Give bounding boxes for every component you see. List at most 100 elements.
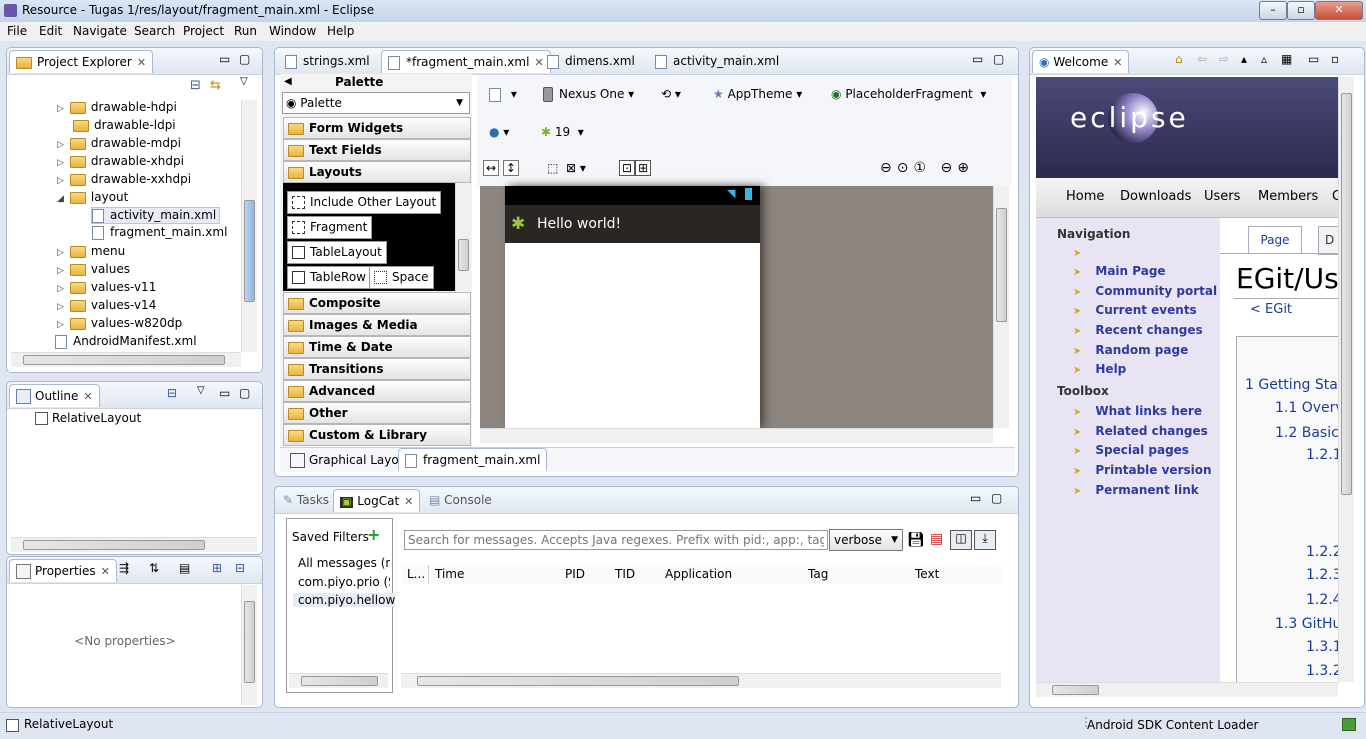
menu-edit[interactable]: Edit bbox=[39, 24, 62, 38]
toc-item[interactable]: 1.2 Basic bbox=[1275, 425, 1339, 441]
view-menu-icon[interactable]: ▽ bbox=[197, 385, 205, 396]
palette-scrollbar[interactable] bbox=[455, 183, 471, 291]
link-printable-version[interactable]: ➤ Printable version bbox=[1073, 463, 1212, 477]
link-community-portal[interactable]: ➤ Community portal bbox=[1073, 284, 1217, 298]
layout-canvas[interactable]: ◥ ✱ Hello world! bbox=[480, 186, 993, 428]
col-tag[interactable]: Tag bbox=[802, 565, 910, 584]
tree-item[interactable]: drawable-ldpi bbox=[73, 118, 176, 132]
filter-item[interactable]: com.piyo.prio (Se bbox=[298, 575, 390, 589]
filter-item[interactable]: All messages (no bbox=[298, 556, 390, 570]
palette-category-composite[interactable]: Composite bbox=[283, 292, 471, 314]
minimize-view-icon[interactable]: ▭ bbox=[1308, 52, 1319, 66]
log-level-select[interactable]: verbose ▼ bbox=[829, 529, 903, 551]
save-log-icon[interactable]: 💾︎ bbox=[907, 532, 925, 548]
col-level[interactable]: L... bbox=[401, 565, 429, 584]
menu-window[interactable]: Window bbox=[269, 24, 316, 38]
col-application[interactable]: Application bbox=[659, 565, 803, 584]
col-tid[interactable]: TID bbox=[609, 565, 660, 584]
palette-category-advanced[interactable]: Advanced bbox=[283, 380, 471, 402]
link-recent-changes[interactable]: ➤ Recent changes bbox=[1073, 323, 1203, 337]
horizontal-scrollbar[interactable] bbox=[11, 352, 241, 367]
tab-strings-xml[interactable]: strings.xml bbox=[279, 50, 376, 72]
emulate-buttons[interactable]: ⊡ ⊞ bbox=[619, 158, 652, 178]
maximize-view-icon[interactable]: ▢ bbox=[239, 52, 250, 66]
toc-item[interactable]: 1.3 GitHu bbox=[1275, 616, 1341, 632]
logcat-search-input[interactable] bbox=[404, 530, 828, 550]
toc-item[interactable]: 1.3.2 bbox=[1306, 663, 1342, 679]
toggle-view-icon[interactable]: ▦ bbox=[1281, 52, 1292, 66]
tree-item[interactable]: ▷ drawable-xhdpi bbox=[57, 154, 184, 168]
collapse-icon[interactable]: ⊟ bbox=[167, 386, 177, 400]
toc-item[interactable]: 1.2.1 bbox=[1306, 447, 1342, 463]
forward-icon[interactable]: ⇨ bbox=[1219, 52, 1229, 66]
maximize-button[interactable]: ▫ bbox=[1287, 1, 1315, 20]
tab-logcat[interactable]: ▣ LogCat ✕ bbox=[333, 489, 421, 512]
welcome-vertical-scrollbar[interactable] bbox=[1338, 77, 1354, 682]
tab-project-explorer[interactable]: Project Explorer ✕ bbox=[9, 50, 154, 73]
view-menu-icon[interactable]: ▽ bbox=[240, 76, 248, 87]
collapse-arrow-icon[interactable]: ◀ bbox=[284, 76, 292, 87]
menu-run[interactable]: Run bbox=[234, 24, 257, 38]
logcat-horizontal-scrollbar[interactable] bbox=[401, 673, 1001, 688]
tree-item[interactable]: ▷ drawable-mdpi bbox=[57, 136, 181, 150]
close-icon[interactable]: ✕ bbox=[404, 495, 413, 508]
categories-icon[interactable]: ⇶ bbox=[119, 561, 129, 575]
toc-item[interactable]: 1.3.1 bbox=[1306, 639, 1342, 655]
nav-home[interactable]: Home bbox=[1066, 189, 1104, 204]
font-up-icon[interactable]: ▴ bbox=[1241, 52, 1247, 66]
menu-file[interactable]: File bbox=[7, 24, 27, 38]
link-permanent-link[interactable]: ➤ Permanent link bbox=[1073, 483, 1199, 497]
link-related-changes[interactable]: ➤ Related changes bbox=[1073, 424, 1208, 438]
tree-item[interactable]: ▷ values-v14 bbox=[57, 298, 156, 312]
zoom-buttons[interactable]: ⊖⊙① ⊖⊕ bbox=[880, 158, 974, 178]
locale-selector[interactable]: ● ▾ bbox=[489, 122, 509, 142]
palette-item-tablerow[interactable]: TableRow bbox=[287, 266, 371, 289]
minimize-view-icon[interactable]: ▭ bbox=[219, 386, 230, 400]
minimize-view-icon[interactable]: ▭ bbox=[219, 52, 230, 66]
link-editor-icon[interactable]: ⇆ bbox=[210, 78, 221, 93]
minimize-view-icon[interactable]: ▭ bbox=[972, 52, 983, 66]
orientation-button[interactable]: ⟲ ▾ bbox=[661, 84, 681, 104]
menu-help[interactable]: Help bbox=[327, 24, 354, 38]
link-random-page[interactable]: ➤ Random page bbox=[1073, 343, 1188, 357]
palette-category-custom-library-views[interactable]: Custom & Library Views bbox=[283, 424, 471, 462]
tab-outline[interactable]: Outline ✕ bbox=[9, 384, 100, 407]
maximize-view-icon[interactable]: ▢ bbox=[993, 52, 1004, 66]
maximize-view-icon[interactable]: ▢ bbox=[991, 491, 1002, 505]
tab-activity-main-xml[interactable]: activity_main.xml bbox=[649, 50, 785, 72]
tab-dimens-xml[interactable]: dimens.xml bbox=[541, 50, 641, 72]
palette-item-include-other-layout[interactable]: Include Other Layout bbox=[287, 191, 442, 214]
toc-item[interactable]: 1.2.2 bbox=[1306, 544, 1342, 560]
nav-users[interactable]: Users bbox=[1204, 189, 1240, 204]
close-icon[interactable]: ✕ bbox=[101, 565, 110, 578]
menu-search[interactable]: Search bbox=[134, 24, 175, 38]
nav-members[interactable]: Members bbox=[1258, 189, 1318, 204]
device-selector[interactable]: Nexus One ▾ bbox=[543, 84, 634, 104]
vertical-scrollbar[interactable] bbox=[241, 585, 257, 705]
palette-item-tablelayout[interactable]: TableLayout bbox=[287, 241, 387, 264]
layout-width-buttons[interactable]: ↔ ↕ bbox=[483, 158, 519, 178]
link-what-links-here[interactable]: ➤ What links here bbox=[1073, 404, 1202, 418]
canvas-horizontal-scrollbar[interactable] bbox=[480, 428, 993, 443]
tree-item-selected[interactable]: activity_main.xml bbox=[91, 207, 221, 224]
tab-console[interactable]: ▤ Console bbox=[423, 489, 498, 511]
sort-az-icon[interactable]: ⇅ bbox=[149, 561, 159, 575]
link-current-events[interactable]: ➤ Current events bbox=[1073, 303, 1197, 317]
col-time[interactable]: Time bbox=[429, 565, 560, 584]
palette-item-fragment[interactable]: Fragment bbox=[287, 216, 373, 239]
close-button[interactable]: ✕ bbox=[1315, 1, 1363, 20]
collapse-all-icon[interactable]: ⊟ bbox=[190, 78, 201, 93]
palette-category-text-fields[interactable]: Text Fields bbox=[283, 139, 471, 161]
back-icon[interactable]: ⇦ bbox=[1197, 52, 1207, 66]
nav-downloads[interactable]: Downloads bbox=[1120, 189, 1191, 204]
toc-item[interactable]: 1.1 Overv bbox=[1275, 400, 1344, 416]
link-main-page[interactable]: ➤ Main Page bbox=[1073, 264, 1166, 278]
tab-welcome[interactable]: ◉ Welcome ✕ bbox=[1032, 50, 1130, 73]
palette-category-form-widgets[interactable]: Form Widgets bbox=[283, 117, 471, 139]
advanced-icon[interactable]: ▤ bbox=[179, 561, 190, 575]
filter-item-selected[interactable]: com.piyo.hellowo bbox=[293, 593, 395, 607]
filters-horizontal-scrollbar[interactable] bbox=[289, 673, 388, 688]
toc-item[interactable]: 1.2.3 bbox=[1306, 567, 1342, 583]
tree-item[interactable]: ◢ layout bbox=[57, 190, 128, 204]
menu-project[interactable]: Project bbox=[183, 24, 224, 38]
